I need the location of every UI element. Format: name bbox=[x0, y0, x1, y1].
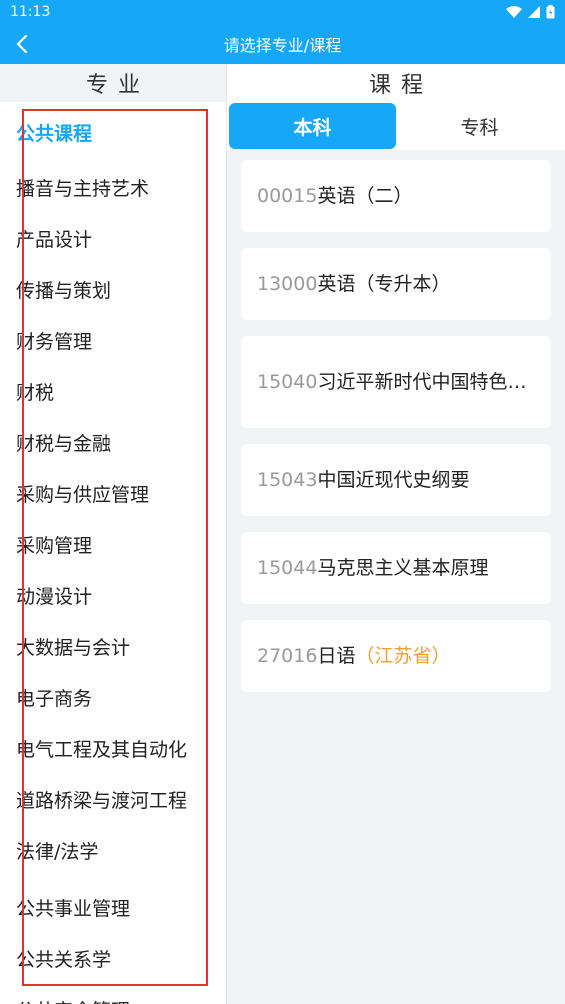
chevron-left-icon bbox=[15, 34, 29, 54]
battery-icon bbox=[546, 5, 555, 19]
major-item[interactable]: 采购管理 bbox=[0, 519, 226, 570]
status-bar: 11:13 bbox=[0, 0, 565, 24]
course-card[interactable]: 00015英语（二） bbox=[241, 160, 551, 232]
major-item[interactable]: 财务管理 bbox=[0, 315, 226, 366]
major-item[interactable]: 传播与策划 bbox=[0, 264, 226, 315]
course-code: 13000 bbox=[257, 273, 318, 295]
status-time: 11:13 bbox=[10, 4, 51, 20]
header-bar: 请选择专业/课程 bbox=[0, 24, 565, 64]
course-code: 15040 bbox=[257, 371, 318, 393]
major-item[interactable]: 采购与供应管理 bbox=[0, 468, 226, 519]
course-name: 习近平新时代中国特色… bbox=[317, 371, 527, 393]
major-item[interactable]: 公共关系学 bbox=[0, 933, 226, 984]
course-name: 中国近现代史纲要 bbox=[317, 469, 470, 491]
major-item[interactable]: 道路桥梁与渡河工程 bbox=[0, 774, 226, 825]
major-list[interactable]: 公共课程 播音与主持艺术 产品设计 传播与策划 财务管理 财税 财税与金融 采购… bbox=[0, 102, 226, 1004]
tab-undergraduate[interactable]: 本科 bbox=[229, 103, 396, 149]
course-name: 马克思主义基本原理 bbox=[317, 557, 489, 579]
course-card[interactable]: 13000英语（专升本） bbox=[241, 248, 551, 320]
level-tabs: 本科 专科 bbox=[227, 102, 565, 150]
back-button[interactable] bbox=[8, 30, 36, 58]
course-card[interactable]: 15040习近平新时代中国特色… bbox=[241, 336, 551, 428]
course-card[interactable]: 27016日语（江苏省） bbox=[241, 620, 551, 692]
major-item[interactable]: 大数据与会计 bbox=[0, 621, 226, 672]
course-panel-title: 课程 bbox=[227, 64, 565, 102]
major-item[interactable]: 播音与主持艺术 bbox=[0, 162, 226, 213]
major-item[interactable]: 财税与金融 bbox=[0, 417, 226, 468]
course-region-note: （江苏省） bbox=[355, 645, 451, 667]
major-item[interactable]: 财税 bbox=[0, 366, 226, 417]
course-code: 15044 bbox=[257, 557, 318, 579]
major-item[interactable]: 动漫设计 bbox=[0, 570, 226, 621]
course-card[interactable]: 15044马克思主义基本原理 bbox=[241, 532, 551, 604]
major-item[interactable]: 产品设计 bbox=[0, 213, 226, 264]
major-item[interactable]: 公共事业管理 bbox=[0, 882, 226, 933]
course-code: 15043 bbox=[257, 469, 318, 491]
major-item-public-courses[interactable]: 公共课程 bbox=[0, 102, 226, 162]
status-icons bbox=[506, 5, 555, 19]
course-card[interactable]: 15043中国近现代史纲要 bbox=[241, 444, 551, 516]
major-item[interactable]: 电子商务 bbox=[0, 672, 226, 723]
tab-junior-college[interactable]: 专科 bbox=[396, 103, 563, 149]
wifi-icon bbox=[506, 6, 522, 18]
course-code: 27016 bbox=[257, 645, 318, 667]
major-item[interactable]: 电气工程及其自动化 bbox=[0, 723, 226, 774]
major-item[interactable]: 公共安全管理 bbox=[0, 984, 226, 1004]
course-name: 英语（二） bbox=[317, 185, 413, 207]
major-panel-title: 专业 bbox=[0, 64, 226, 102]
major-panel: 专业 公共课程 播音与主持艺术 产品设计 传播与策划 财务管理 财税 财税与金融… bbox=[0, 64, 227, 1004]
course-name: 英语（专升本） bbox=[317, 273, 451, 295]
major-item[interactable]: 法律/法学 bbox=[0, 825, 226, 876]
course-code: 00015 bbox=[257, 185, 318, 207]
course-list: 00015英语（二） 13000英语（专升本） 15040习近平新时代中国特色…… bbox=[227, 150, 565, 692]
course-panel: 课程 本科 专科 00015英语（二） 13000英语（专升本） 15040习近… bbox=[227, 64, 565, 1004]
signal-icon bbox=[528, 6, 540, 18]
course-name: 日语 bbox=[317, 645, 356, 667]
page-title: 请选择专业/课程 bbox=[223, 36, 342, 55]
